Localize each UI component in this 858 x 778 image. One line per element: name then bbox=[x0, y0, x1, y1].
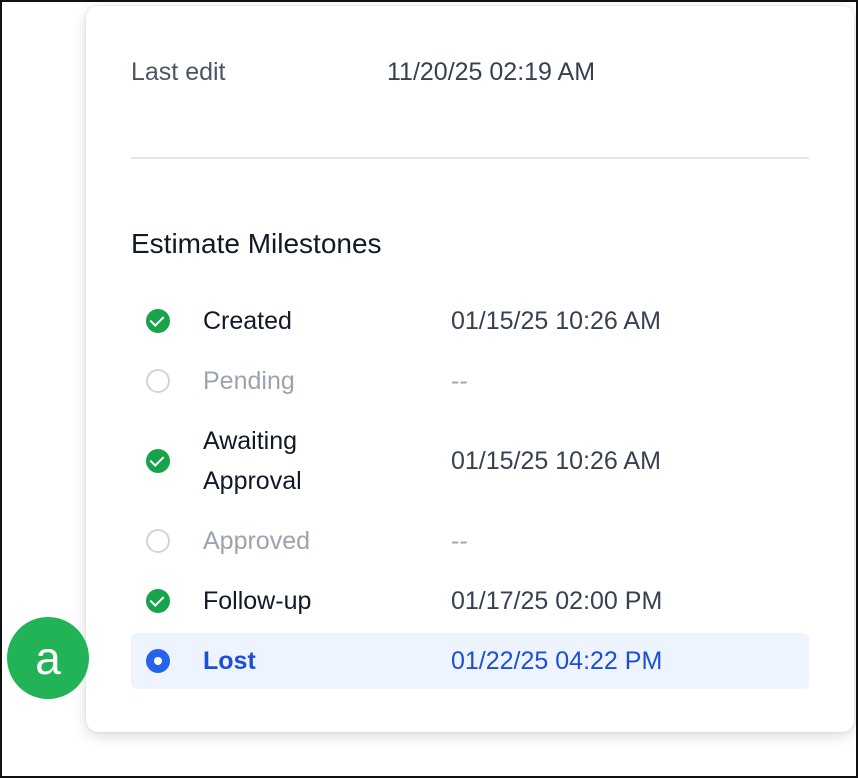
check-circle-icon bbox=[146, 449, 170, 473]
milestone-date: 01/15/25 10:26 AM bbox=[451, 307, 661, 335]
milestone-date: -- bbox=[451, 527, 468, 555]
milestone-label: Created bbox=[203, 307, 292, 335]
milestone-label: Approved bbox=[203, 527, 311, 555]
empty-circle-icon bbox=[146, 529, 170, 553]
milestone-label: Follow-up bbox=[203, 587, 312, 615]
milestone-date: 01/15/25 10:26 AM bbox=[451, 447, 661, 475]
last-edit-value: 11/20/25 02:19 AM bbox=[387, 58, 596, 86]
milestone-row-created: Created 01/15/25 10:26 AM bbox=[131, 301, 809, 341]
milestone-label-line1: Awaiting bbox=[203, 427, 298, 455]
milestone-row-follow-up: Follow-up 01/17/25 02:00 PM bbox=[131, 581, 809, 621]
milestone-row-awaiting-approval: Awaiting Approval 01/15/25 10:26 AM bbox=[131, 421, 809, 501]
section-divider bbox=[131, 157, 809, 159]
milestone-date: 01/22/25 04:22 PM bbox=[451, 647, 663, 675]
milestone-label: Lost bbox=[203, 647, 256, 675]
check-circle-icon bbox=[146, 309, 170, 333]
milestone-row-lost[interactable]: Lost 01/22/25 04:22 PM bbox=[131, 633, 809, 689]
milestones-title: Estimate Milestones bbox=[131, 228, 382, 259]
milestone-row-approved: Approved -- bbox=[131, 521, 809, 561]
milestone-date: -- bbox=[451, 367, 468, 395]
milestone-label: Pending bbox=[203, 367, 295, 395]
check-circle-icon bbox=[146, 589, 170, 613]
empty-circle-icon bbox=[146, 369, 170, 393]
milestone-row-pending: Pending -- bbox=[131, 361, 809, 401]
last-edit-label: Last edit bbox=[131, 58, 226, 86]
milestone-label-line2: Approval bbox=[203, 467, 302, 495]
radio-selected-icon bbox=[146, 649, 170, 673]
milestone-date: 01/17/25 02:00 PM bbox=[451, 587, 663, 615]
annotation-marker: a bbox=[7, 617, 89, 699]
